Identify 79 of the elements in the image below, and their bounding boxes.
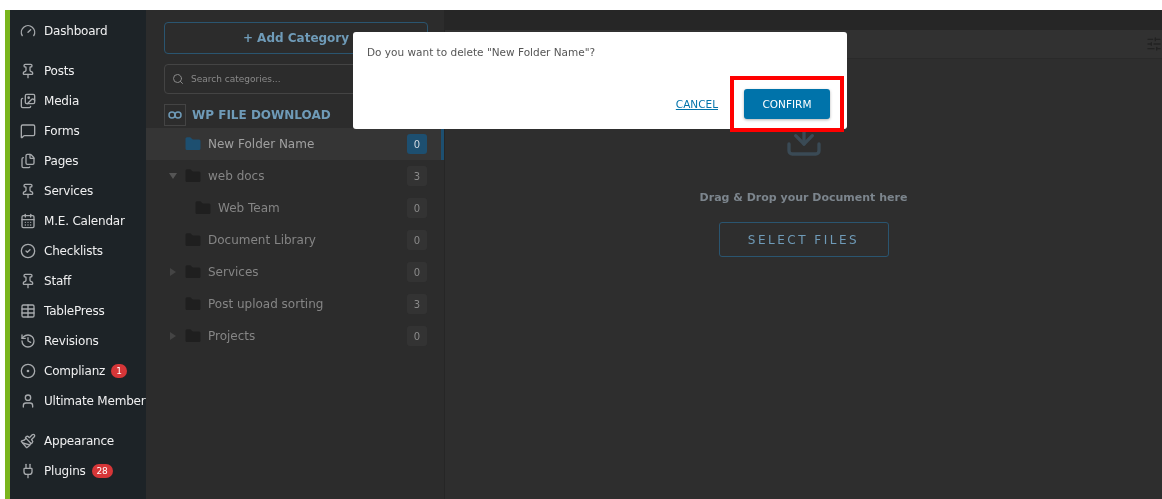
count-badge: 28 <box>91 464 113 478</box>
plug-icon <box>20 463 36 479</box>
menu-label: Staff <box>44 274 72 288</box>
menu-item[interactable]: Media <box>10 86 146 116</box>
menu-item[interactable]: Posts <box>10 56 146 86</box>
menu-label: Services <box>44 184 93 198</box>
menu-label: TablePress <box>44 304 105 318</box>
folder-name: web docs <box>208 169 266 183</box>
root-category: WP FILE DOWNLOAD <box>192 108 331 122</box>
menu-item[interactable]: Checklists <box>10 236 146 266</box>
select-files-button[interactable]: SELECT FILES <box>718 222 889 257</box>
brush-icon <box>20 433 36 449</box>
menu-label: Forms <box>44 124 80 138</box>
menu-label: Dashboard <box>44 24 108 38</box>
folder-name: Services <box>208 265 260 279</box>
folder-name: Post upload sorting <box>208 297 325 311</box>
folder-row[interactable]: web docs 3 <box>146 160 444 192</box>
menu-item[interactable]: Plugins 28 <box>10 456 146 486</box>
images-icon <box>20 93 36 109</box>
cancel-link[interactable]: CANCEL <box>675 98 718 110</box>
history-icon <box>20 333 36 349</box>
menu-item[interactable]: Services <box>10 176 146 206</box>
menu-item[interactable]: Appearance <box>10 426 146 456</box>
pin-icon <box>20 183 36 199</box>
menu-label: Checklists <box>44 244 103 258</box>
menu-label: Pages <box>44 154 79 168</box>
folder-count: 3 <box>407 294 427 314</box>
confirm-button[interactable]: CONFIRM <box>744 89 830 119</box>
pin-icon <box>20 63 36 79</box>
user-icon <box>20 393 36 409</box>
menu-item[interactable]: Forms <box>10 116 146 146</box>
menu-item[interactable]: Ultimate Member <box>10 386 146 416</box>
circle-icon <box>20 363 36 379</box>
menu-label: Revisions <box>44 334 99 348</box>
menu-label: Media <box>44 94 80 108</box>
menu-label: Complianz <box>44 364 106 378</box>
menu-label: Ultimate Member <box>44 394 146 408</box>
folder-count: 3 <box>407 166 427 186</box>
gauge-icon <box>20 23 36 39</box>
logo-icon <box>164 104 186 126</box>
chat-icon <box>20 123 36 139</box>
count-badge: 1 <box>111 364 127 378</box>
folder-row[interactable]: Web Team 0 <box>146 192 444 224</box>
folder-row[interactable]: Projects 0 <box>146 320 444 352</box>
folder-count: 0 <box>407 262 427 282</box>
pin-icon <box>20 273 36 289</box>
caret-icon[interactable] <box>169 172 177 180</box>
calendar-icon <box>20 213 36 229</box>
folder-name: Document Library <box>208 233 317 247</box>
menu-item[interactable]: Pages <box>10 146 146 176</box>
menu-item[interactable]: M.E. Calendar <box>10 206 146 236</box>
caret-icon[interactable] <box>169 268 177 276</box>
folder-row[interactable]: Services 0 <box>146 256 444 288</box>
folder-count: 0 <box>407 198 427 218</box>
folder-name: Web Team <box>218 201 281 215</box>
folder-name: New Folder Name <box>208 137 316 151</box>
folder-count: 0 <box>407 326 427 346</box>
menu-item[interactable]: Staff <box>10 266 146 296</box>
menu-item[interactable]: Complianz 1 <box>10 356 146 386</box>
menu-label: Plugins <box>44 464 86 478</box>
menu-label: Posts <box>44 64 75 78</box>
folder-count: 0 <box>407 134 427 154</box>
table-icon <box>20 303 36 319</box>
menu-item[interactable]: Dashboard <box>10 16 146 46</box>
folder-name: Projects <box>208 329 257 343</box>
folder-row[interactable]: New Folder Name 0 <box>146 128 444 160</box>
folder-row[interactable]: Post upload sorting 3 <box>146 288 444 320</box>
check-circle-icon <box>20 243 36 259</box>
folder-count: 0 <box>407 230 427 250</box>
search-icon <box>172 73 184 85</box>
drop-hint: Drag & Drop your Document here <box>699 191 908 204</box>
menu-item[interactable]: Revisions <box>10 326 146 356</box>
folder-row[interactable]: Document Library 0 <box>146 224 444 256</box>
menu-label: M.E. Calendar <box>44 214 125 228</box>
folder-icon <box>184 135 202 153</box>
pages-icon <box>20 153 36 169</box>
menu-item[interactable]: TablePress <box>10 296 146 326</box>
menu-label: Appearance <box>44 434 115 448</box>
caret-icon[interactable] <box>169 332 177 340</box>
